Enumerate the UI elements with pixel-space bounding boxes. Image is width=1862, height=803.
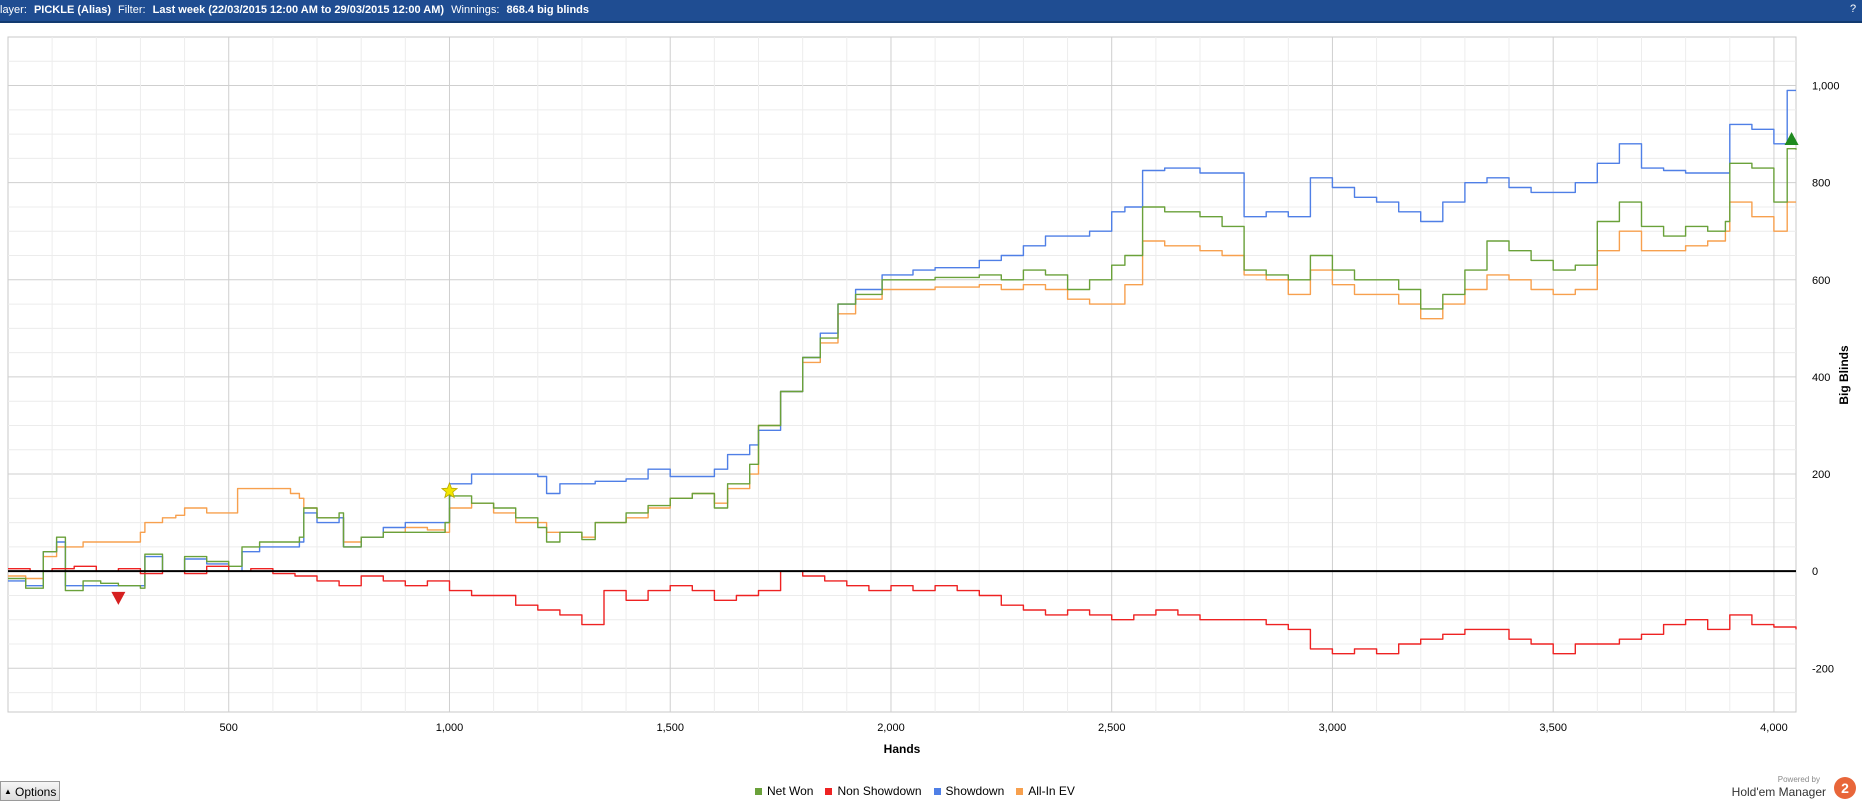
legend-label: All-In EV bbox=[1028, 784, 1075, 798]
x-tick-label: 1,000 bbox=[436, 722, 464, 734]
x-axis-label: Hands bbox=[884, 742, 921, 756]
plot-background bbox=[7, 36, 1797, 713]
legend-item-net-won[interactable]: Net Won bbox=[755, 783, 813, 799]
options-button[interactable]: ▲ Options bbox=[0, 781, 60, 801]
brand-name: Hold'em Manager bbox=[1731, 785, 1826, 799]
x-tick-label: 2,500 bbox=[1098, 722, 1126, 734]
legend-label: Net Won bbox=[767, 784, 814, 798]
y-tick-label: -200 bbox=[1812, 663, 1834, 675]
graph-chart: -200 0 200 400 600 800 1,000 500 1,000 1,500 2,000… bbox=[7, 36, 1851, 756]
legend-item-showdown[interactable]: Showdown bbox=[933, 783, 1005, 799]
x-tick-label: 1,500 bbox=[656, 722, 684, 734]
legend-swatch bbox=[1016, 787, 1024, 795]
plot-area bbox=[7, 36, 1797, 713]
y-tick-label: 800 bbox=[1812, 178, 1830, 190]
x-tick-label: 2,000 bbox=[877, 722, 905, 734]
x-tick-label: 3,000 bbox=[1319, 722, 1347, 734]
legend-swatch bbox=[933, 787, 941, 795]
legend-item-non-showdown[interactable]: Non Showdown bbox=[825, 783, 922, 799]
x-tick-label: 500 bbox=[220, 722, 238, 734]
y-tick-label: 1,000 bbox=[1812, 81, 1840, 93]
y-tick-label: 200 bbox=[1812, 469, 1830, 481]
y-tick-label: 0 bbox=[1812, 566, 1818, 578]
legend-item-allin-ev[interactable]: All-In EV bbox=[1016, 783, 1075, 799]
options-label: Options bbox=[15, 785, 57, 799]
triangle-up-icon: ▲ bbox=[4, 787, 12, 796]
chart-legend: Net Won Non Showdown Showdown All-In EV bbox=[755, 783, 1075, 799]
powered-by-text: Powered by bbox=[1777, 775, 1820, 784]
y-tick-label: 400 bbox=[1812, 372, 1830, 384]
legend-swatch bbox=[755, 787, 762, 795]
legend-label: Non Showdown bbox=[837, 784, 922, 798]
legend-label: Showdown bbox=[945, 784, 1005, 798]
x-tick-label: 3,500 bbox=[1539, 722, 1567, 734]
y-axis-label: Big Blinds bbox=[1837, 345, 1851, 405]
holdem-manager-logo-icon: 2 bbox=[1834, 777, 1856, 799]
x-tick-label: 4,000 bbox=[1760, 722, 1788, 734]
y-tick-label: 600 bbox=[1812, 275, 1830, 287]
brand: Powered by Hold'em Manager 2 bbox=[1716, 775, 1856, 801]
legend-swatch bbox=[825, 787, 833, 795]
